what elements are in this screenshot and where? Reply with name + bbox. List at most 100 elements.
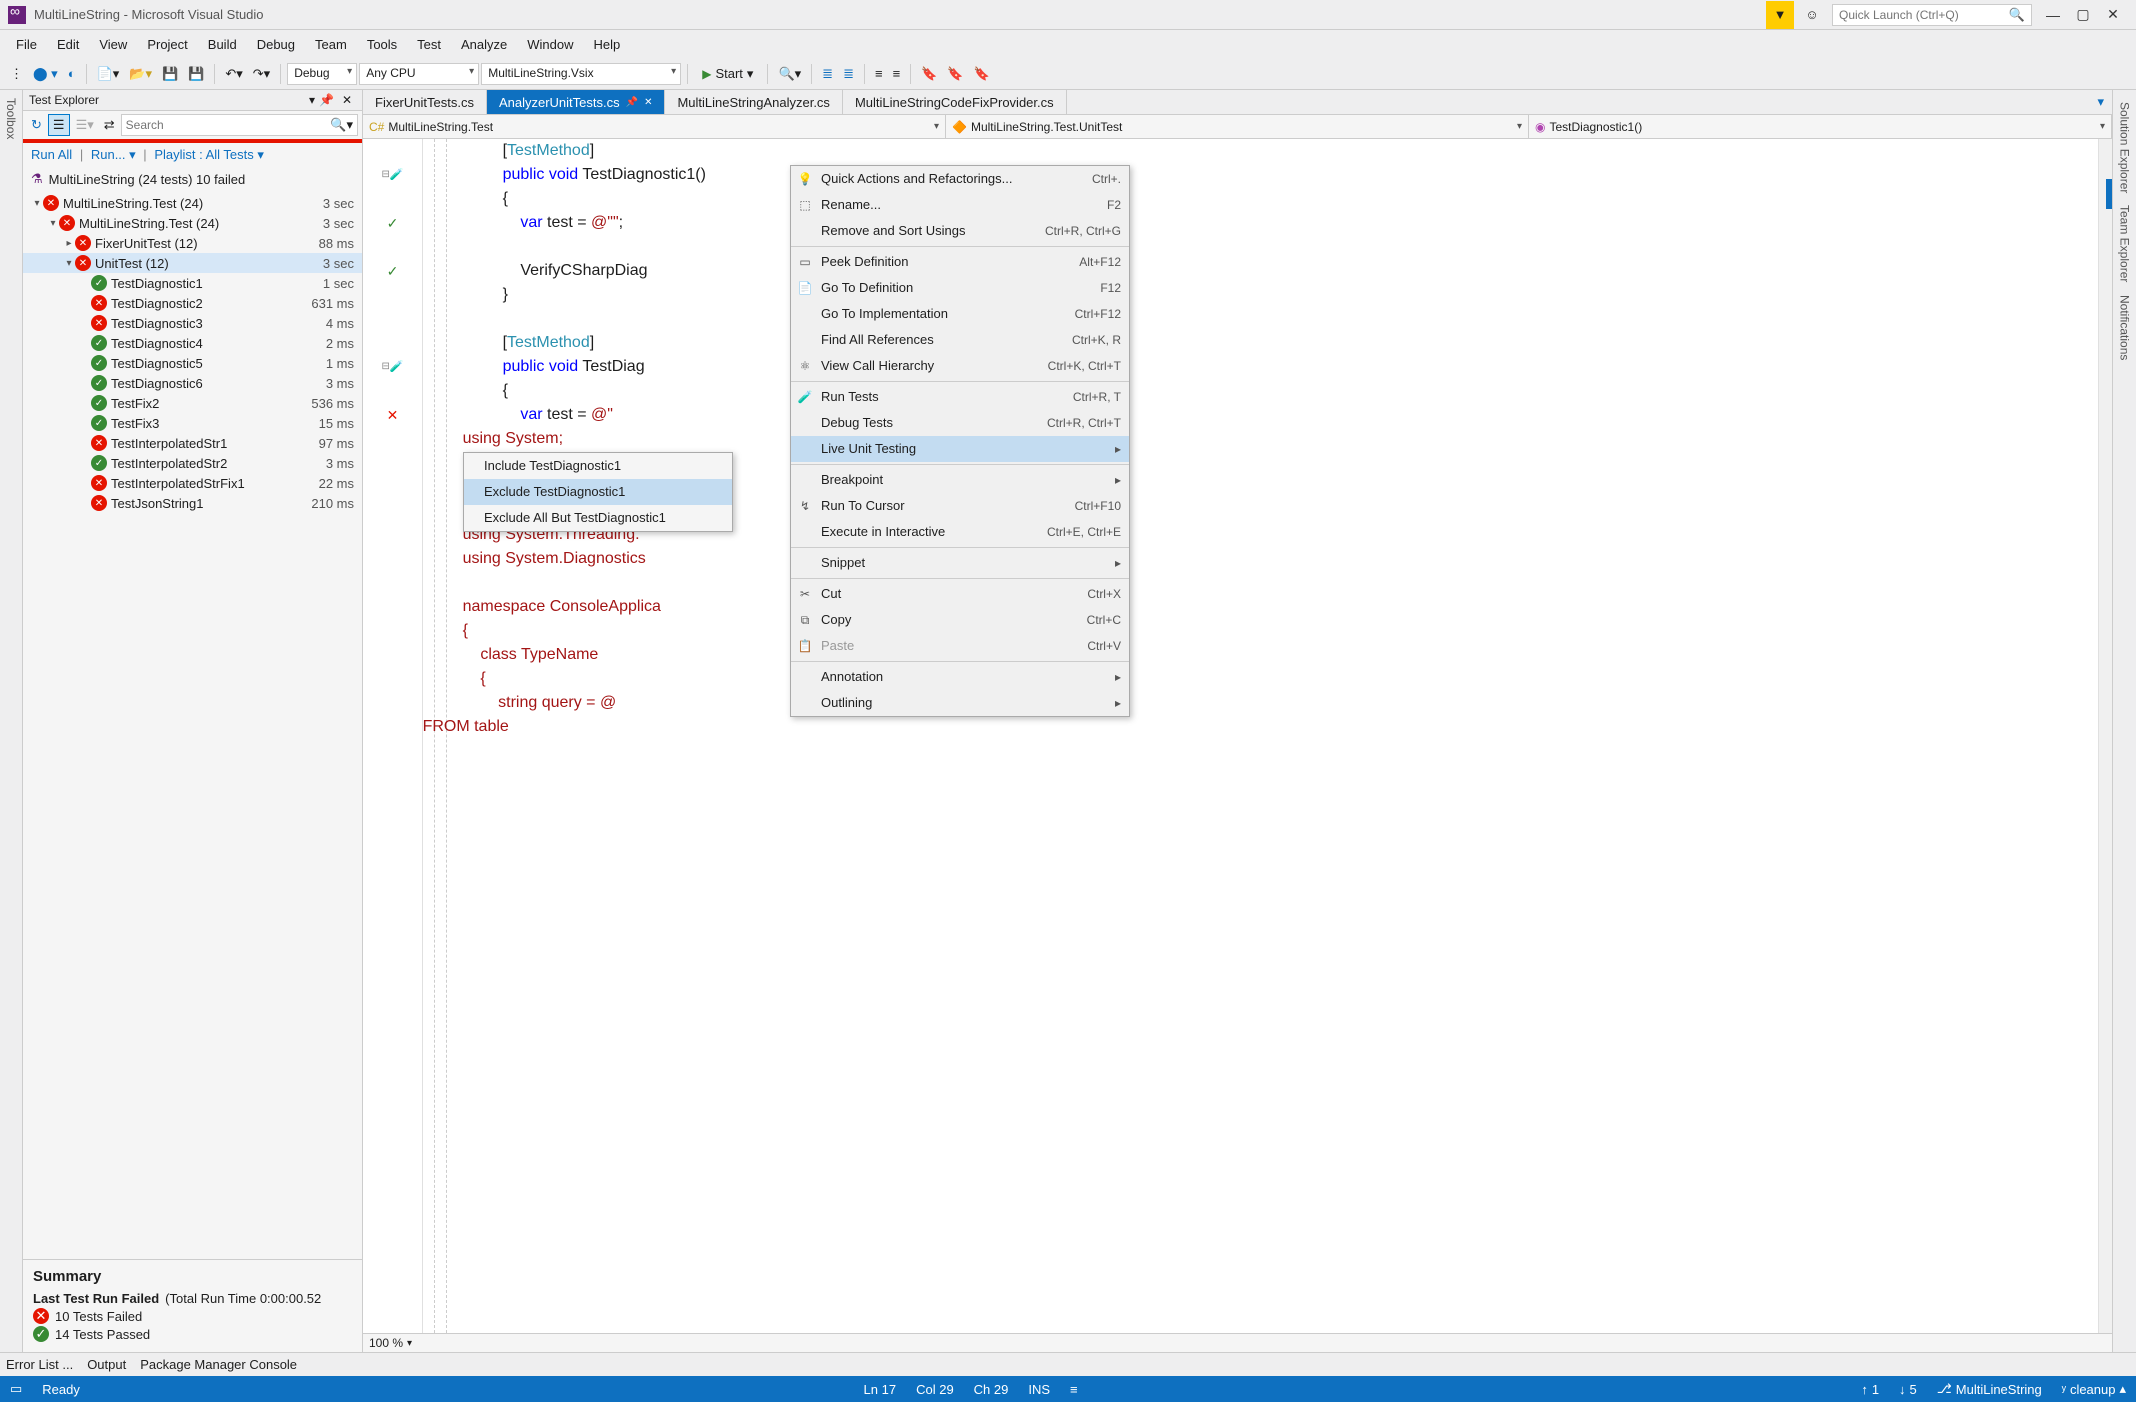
nav-forward-button[interactable]: ◐ bbox=[64, 64, 80, 83]
context-menu-item[interactable]: Debug TestsCtrl+R, Ctrl+T bbox=[791, 410, 1129, 436]
code-body[interactable]: ⊟🧪✓✓⊟🧪✕ [TestMethod] public void TestDia… bbox=[363, 139, 2112, 1333]
context-menu-item[interactable]: Snippet▸ bbox=[791, 550, 1129, 576]
test-row[interactable]: ✓TestFix2536 ms bbox=[23, 393, 362, 413]
bottom-tab[interactable]: Package Manager Console bbox=[140, 1357, 297, 1372]
test-row[interactable]: ✓TestFix315 ms bbox=[23, 413, 362, 433]
step-into-icon[interactable]: ≣ bbox=[818, 64, 837, 84]
undo-button[interactable]: ↶▾ bbox=[221, 64, 246, 84]
context-menu-item[interactable]: ↯Run To CursorCtrl+F10 bbox=[791, 493, 1129, 519]
group-by-icon[interactable]: ☰▾ bbox=[72, 115, 98, 135]
menu-help[interactable]: Help bbox=[584, 33, 631, 56]
doc-tab[interactable]: FixerUnitTests.cs bbox=[363, 90, 487, 114]
menu-edit[interactable]: Edit bbox=[47, 33, 89, 56]
test-row[interactable]: ✓TestDiagnostic11 sec bbox=[23, 273, 362, 293]
context-menu-item[interactable]: 🧪Run TestsCtrl+R, T bbox=[791, 384, 1129, 410]
close-panel-icon[interactable]: ✕ bbox=[338, 93, 356, 107]
menu-project[interactable]: Project bbox=[137, 33, 197, 56]
new-project-button[interactable]: 📄▾ bbox=[93, 64, 124, 84]
refresh-icon[interactable]: ↻ bbox=[27, 115, 46, 135]
test-row[interactable]: ✓TestDiagnostic63 ms bbox=[23, 373, 362, 393]
startup-combo[interactable]: MultiLineString.Vsix bbox=[481, 63, 681, 85]
step-over-icon[interactable]: ≣ bbox=[839, 64, 858, 84]
doc-tab[interactable]: MultiLineStringCodeFixProvider.cs bbox=[843, 90, 1067, 114]
comment-icon[interactable]: ≡ bbox=[871, 64, 887, 83]
bookmark-prev-icon[interactable]: 🔖 bbox=[943, 64, 967, 84]
test-row[interactable]: ✓TestInterpolatedStr23 ms bbox=[23, 453, 362, 473]
platform-combo[interactable]: Any CPU bbox=[359, 63, 479, 85]
test-row[interactable]: ▾✕UnitTest (12)3 sec bbox=[23, 253, 362, 273]
quick-launch[interactable]: 🔍 bbox=[1832, 4, 2032, 26]
maximize-button[interactable]: ▢ bbox=[2068, 6, 2098, 23]
context-menu-item[interactable]: Breakpoint▸ bbox=[791, 467, 1129, 493]
context-menu-item[interactable]: ⚛View Call HierarchyCtrl+K, Ctrl+T bbox=[791, 353, 1129, 379]
notification-filter-icon[interactable]: ▼ bbox=[1766, 1, 1794, 29]
menu-analyze[interactable]: Analyze bbox=[451, 33, 517, 56]
context-menu-item[interactable]: 📄Go To DefinitionF12 bbox=[791, 275, 1129, 301]
quick-launch-input[interactable] bbox=[1839, 8, 2009, 22]
submenu-item[interactable]: Exclude TestDiagnostic1 bbox=[464, 479, 732, 505]
fold-icon[interactable]: ⊟ bbox=[381, 355, 389, 379]
context-menu-item[interactable]: ⬚Rename...F2 bbox=[791, 192, 1129, 218]
save-all-button[interactable]: 💾 bbox=[184, 64, 208, 84]
nav-class-combo[interactable]: 🔶 MultiLineString.Test.UnitTest bbox=[946, 115, 1529, 138]
playlist-link[interactable]: Playlist : All Tests ▾ bbox=[154, 147, 264, 162]
test-row[interactable]: ✕TestDiagnostic2631 ms bbox=[23, 293, 362, 313]
tab-overflow-icon[interactable]: ▾ bbox=[2089, 90, 2112, 114]
menu-tools[interactable]: Tools bbox=[357, 33, 407, 56]
open-button[interactable]: 📂▾ bbox=[125, 64, 156, 84]
scroll-preview[interactable] bbox=[2098, 139, 2112, 1333]
test-search-input[interactable] bbox=[126, 118, 331, 132]
hierarchy-view-icon[interactable]: ☰ bbox=[48, 114, 70, 136]
test-row[interactable]: ▾✕MultiLineString.Test (24)3 sec bbox=[23, 193, 362, 213]
run-all-link[interactable]: Run All bbox=[31, 147, 72, 162]
start-button[interactable]: ▶Start ▾ bbox=[694, 64, 761, 84]
filter-icon[interactable]: ⇄ bbox=[100, 115, 119, 135]
context-menu-item[interactable]: ✂CutCtrl+X bbox=[791, 581, 1129, 607]
doc-tab[interactable]: AnalyzerUnitTests.cs📌✕ bbox=[487, 90, 666, 114]
context-menu-item[interactable]: Annotation▸ bbox=[791, 664, 1129, 690]
pin-icon[interactable]: 📌 bbox=[626, 97, 638, 108]
context-menu-item[interactable]: 💡Quick Actions and Refactorings...Ctrl+. bbox=[791, 166, 1129, 192]
nav-member-combo[interactable]: ◉ TestDiagnostic1() bbox=[1529, 115, 2112, 138]
test-row[interactable]: ✕TestInterpolatedStr197 ms bbox=[23, 433, 362, 453]
doc-tab[interactable]: MultiLineStringAnalyzer.cs bbox=[665, 90, 842, 114]
test-row[interactable]: ✓TestDiagnostic51 ms bbox=[23, 353, 362, 373]
test-row[interactable]: ✕TestJsonString1210 ms bbox=[23, 493, 362, 513]
menu-view[interactable]: View bbox=[89, 33, 137, 56]
minimize-button[interactable]: — bbox=[2038, 7, 2068, 23]
context-menu-item[interactable]: Execute in InteractiveCtrl+E, Ctrl+E bbox=[791, 519, 1129, 545]
close-button[interactable]: ✕ bbox=[2098, 6, 2128, 23]
code-lines[interactable]: [TestMethod] public void TestDiagnostic1… bbox=[447, 139, 2112, 1333]
toolbar-overflow-icon[interactable]: ⋮ bbox=[6, 64, 27, 84]
fold-icon[interactable]: ⊟ bbox=[381, 163, 389, 187]
menu-file[interactable]: File bbox=[6, 33, 47, 56]
feedback-icon[interactable]: ☺ bbox=[1798, 1, 1826, 29]
toolbox-tab[interactable]: Toolbox bbox=[0, 90, 23, 1352]
test-search[interactable]: 🔍▾ bbox=[121, 114, 358, 136]
menu-team[interactable]: Team bbox=[305, 33, 357, 56]
bookmark-next-icon[interactable]: 🔖 bbox=[970, 64, 994, 84]
status-segments-icon[interactable]: ≡ bbox=[1070, 1382, 1078, 1397]
pin-icon[interactable]: 📌 bbox=[315, 93, 338, 107]
test-row[interactable]: ✓TestDiagnostic42 ms bbox=[23, 333, 362, 353]
status-push[interactable]: ↑ 1 bbox=[1861, 1382, 1879, 1397]
save-button[interactable]: 💾 bbox=[158, 64, 182, 84]
redo-button[interactable]: ↷▾ bbox=[249, 64, 274, 84]
test-row[interactable]: ✕TestDiagnostic34 ms bbox=[23, 313, 362, 333]
run-link[interactable]: Run... ▾ bbox=[91, 147, 136, 162]
context-menu-item[interactable]: ⧉CopyCtrl+C bbox=[791, 607, 1129, 633]
menu-test[interactable]: Test bbox=[407, 33, 451, 56]
close-tab-icon[interactable]: ✕ bbox=[644, 97, 652, 108]
zoom-combo[interactable]: 100 % bbox=[363, 1333, 2112, 1352]
context-menu-item[interactable]: Find All ReferencesCtrl+K, R bbox=[791, 327, 1129, 353]
bookmark-icon[interactable]: 🔖 bbox=[917, 64, 941, 84]
menu-debug[interactable]: Debug bbox=[247, 33, 305, 56]
context-menu-item[interactable]: Live Unit Testing▸ bbox=[791, 436, 1129, 462]
status-repo[interactable]: ⎇ MultiLineString bbox=[1937, 1381, 2042, 1397]
side-tab-solution-explorer[interactable]: Solution Explorer bbox=[2118, 102, 2132, 193]
submenu-item[interactable]: Exclude All But TestDiagnostic1 bbox=[464, 505, 732, 531]
side-tab-notifications[interactable]: Notifications bbox=[2118, 295, 2132, 360]
status-pull[interactable]: ↓ 5 bbox=[1899, 1382, 1917, 1397]
context-menu-item[interactable]: Outlining▸ bbox=[791, 690, 1129, 716]
nav-namespace-combo[interactable]: C# MultiLineString.Test bbox=[363, 115, 946, 138]
